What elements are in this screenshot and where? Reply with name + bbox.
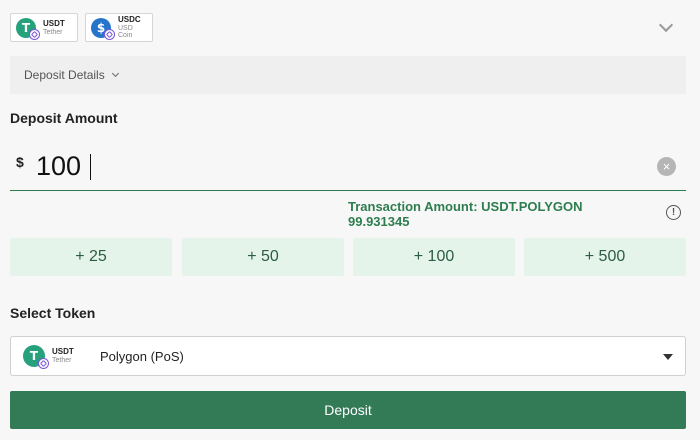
polygon-badge-icon [29, 28, 40, 40]
transaction-amount-label: Transaction Amount: USDT.POLYGON [348, 199, 583, 214]
quick-amount-button-25[interactable]: + 25 [10, 238, 172, 276]
polygon-badge-icon [104, 28, 115, 40]
token-name: Tether [43, 28, 63, 36]
tether-icon: T [23, 345, 49, 369]
token-symbol: USDT [52, 347, 74, 356]
token-name: Tether [52, 357, 72, 364]
token-symbol: USDT [43, 18, 65, 28]
select-token-title: Select Token [10, 305, 96, 321]
deposit-amount-title: Deposit Amount [10, 110, 118, 126]
chevron-down-icon [111, 69, 119, 78]
network-label: Polygon (PoS) [100, 349, 184, 364]
chevron-down-icon[interactable] [658, 17, 674, 33]
deposit-details-toggle[interactable]: Deposit Details [10, 56, 686, 94]
clear-icon[interactable]: × [657, 157, 676, 176]
text-cursor [90, 154, 91, 180]
deposit-button[interactable]: Deposit [10, 391, 686, 429]
deposit-details-label: Deposit Details [24, 68, 105, 82]
transaction-amount: Transaction Amount: USDT.POLYGON 99.9313… [348, 199, 583, 229]
token-card-usdt[interactable]: T USDT Tether [10, 13, 78, 42]
quick-amount-button-100[interactable]: + 100 [353, 238, 515, 276]
token-symbol: USDC [118, 15, 141, 24]
tether-icon: T [16, 17, 40, 40]
amount-field-container: $ × [10, 140, 686, 191]
token-card-usdc[interactable]: $ USDC USD Coin [85, 13, 153, 42]
token-network-select[interactable]: T USDT Tether Polygon (PoS) [10, 336, 686, 376]
usd-coin-icon: $ [91, 17, 115, 40]
quick-amount-button-500[interactable]: + 500 [524, 238, 686, 276]
token-name: USD Coin [118, 25, 133, 39]
currency-symbol: $ [16, 154, 24, 170]
dropdown-caret-icon [663, 354, 673, 360]
deposit-amount-input[interactable] [36, 147, 596, 185]
transaction-amount-value: 99.931345 [348, 214, 410, 229]
polygon-badge-icon [38, 358, 49, 369]
quick-amount-button-50[interactable]: + 50 [182, 238, 344, 276]
info-icon[interactable]: ! [666, 205, 681, 220]
